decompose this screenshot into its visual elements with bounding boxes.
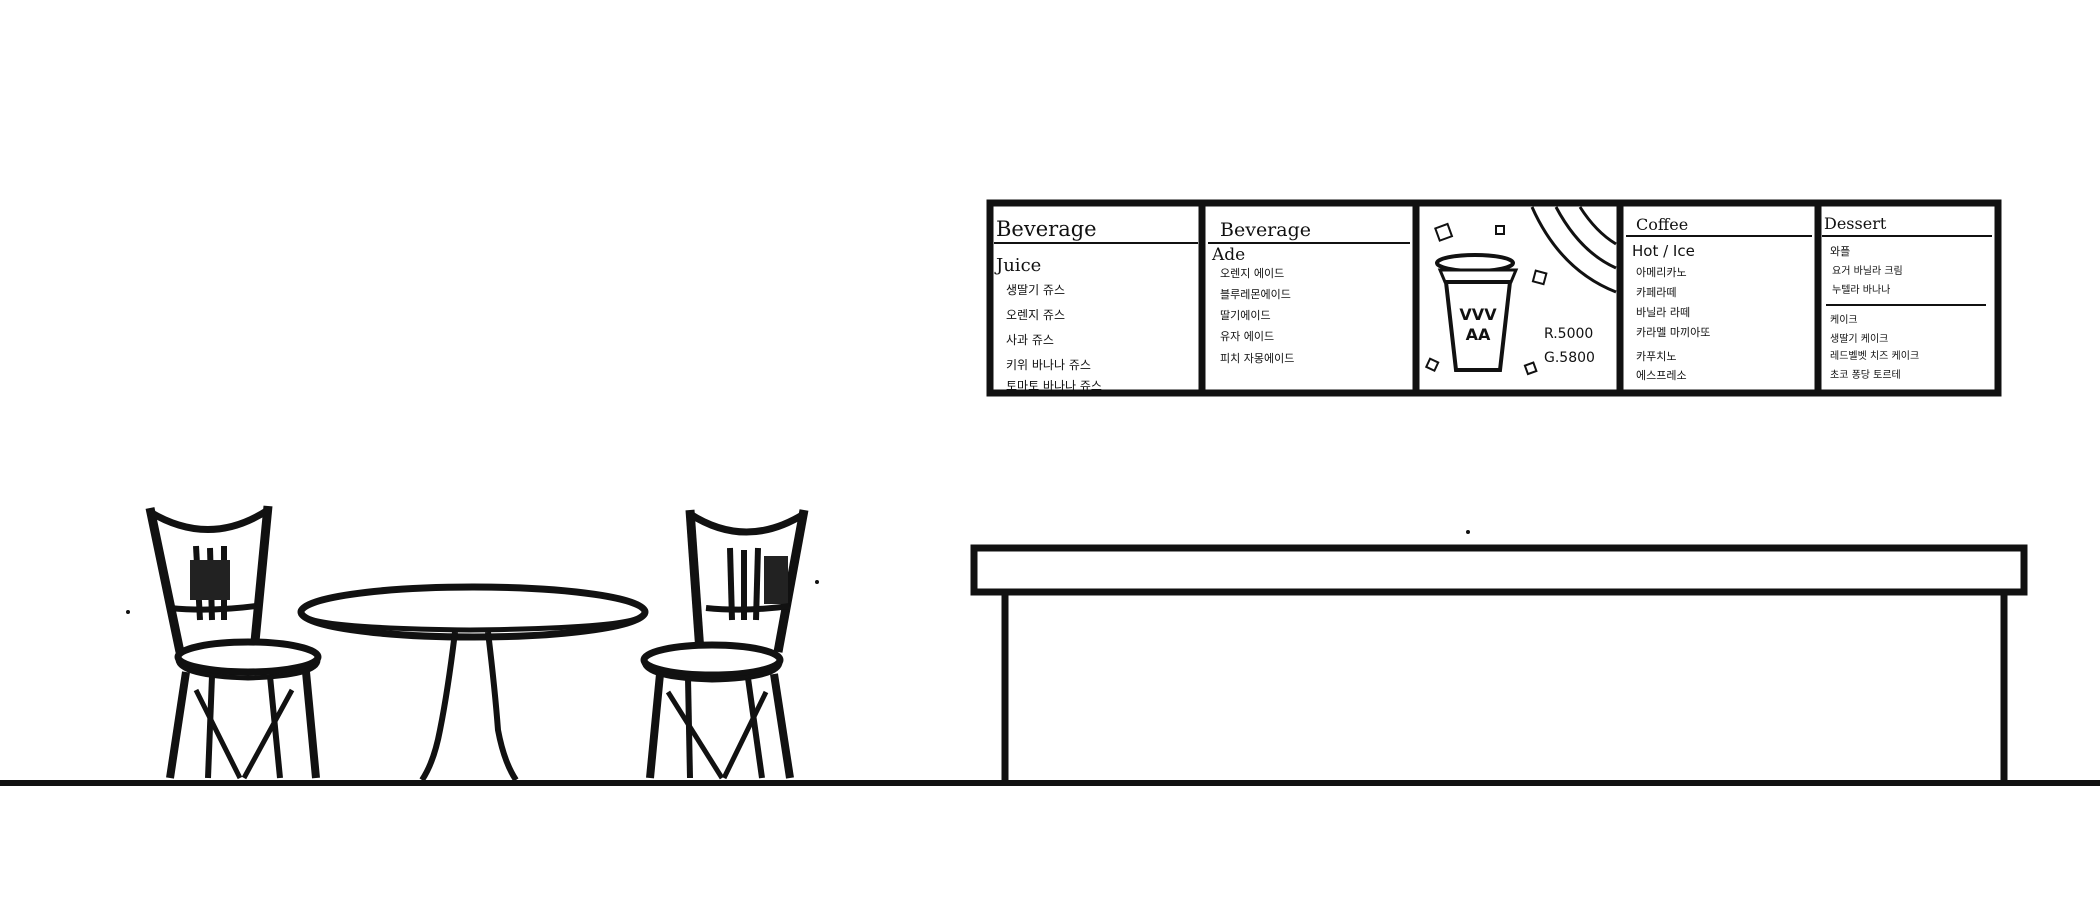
cafe-scene: Beverage Juice 생딸기 쥬스 오렌지 쥬스 사과 쥬스 키위 바나… (0, 199, 2100, 786)
menu-item: 레드벨벳 치즈 케이크 (1830, 350, 1919, 362)
menu-item: 생딸기 쥬스 (1006, 283, 1065, 297)
menu-item: 블루레몬에이드 (1220, 288, 1291, 301)
cup-logo: VVV (1459, 305, 1497, 324)
menu-item: 케이크 (1830, 314, 1858, 326)
menu-board: Beverage Juice 생딸기 쥬스 오렌지 쥬스 사과 쥬스 키위 바나… (986, 199, 2002, 397)
menu-item: 와플 (1830, 245, 1850, 258)
panel-title: Beverage (996, 217, 1097, 241)
panel-subtitle: Hot / Ice (1632, 242, 1695, 260)
price-grande: G.5800 (1544, 350, 1595, 366)
panel-subtitle: Juice (994, 255, 1041, 276)
round-table-icon (297, 583, 649, 782)
menu-item: 카라멜 마끼아또 (1636, 326, 1710, 339)
menu-item: 초코 퐁당 토르테 (1830, 369, 1901, 381)
chair-icon (640, 509, 809, 780)
menu-item: 에스프레소 (1636, 369, 1687, 382)
menu-item: 요거 바닐라 크림 (1832, 265, 1903, 277)
menu-item: 유자 에이드 (1220, 330, 1274, 343)
price-regular: R.5000 (1544, 326, 1593, 342)
menu-item: 딸기에이드 (1220, 309, 1271, 322)
panel-title: Beverage (1220, 219, 1311, 241)
menu-item: 바닐라 라떼 (1636, 306, 1690, 319)
menu-item: 사과 쥬스 (1006, 333, 1054, 347)
panel-title: Dessert (1824, 214, 1887, 233)
chair-icon (145, 505, 322, 780)
menu-item: 카페라떼 (1636, 286, 1676, 299)
panel-title: Coffee (1636, 215, 1688, 234)
menu-item: 키위 바나나 쥬스 (1006, 358, 1091, 372)
menu-item: 누텔라 바나나 (1832, 284, 1890, 296)
svg-text:AA: AA (1466, 325, 1491, 344)
counter-icon (970, 544, 2028, 781)
menu-item: 오렌지 에이드 (1220, 267, 1284, 280)
menu-item: 아메리카노 (1636, 266, 1687, 279)
menu-item: 카푸치노 (1636, 350, 1676, 363)
menu-item: 오렌지 쥬스 (1006, 308, 1065, 322)
menu-item: 피치 자몽에이드 (1220, 352, 1294, 365)
menu-item: 생딸기 케이크 (1830, 333, 1888, 345)
panel-subtitle: Ade (1211, 245, 1245, 265)
menu-item: 토마토 바나나 쥬스 (1006, 379, 1102, 393)
